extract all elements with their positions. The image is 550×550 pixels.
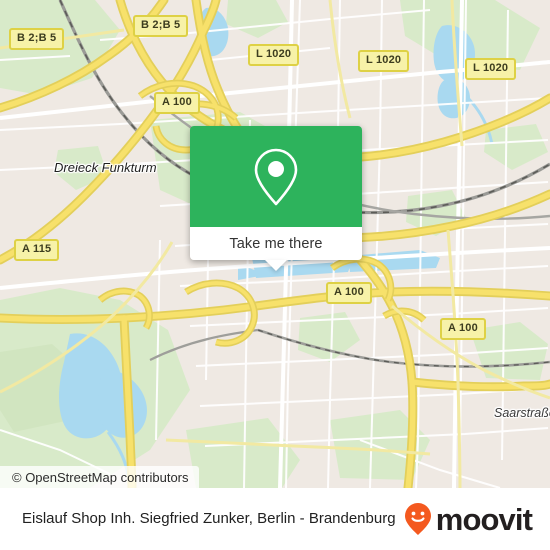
moovit-wordmark: moovit: [435, 501, 533, 537]
popup-action-label: Take me there: [229, 235, 323, 252]
footer-bar: Eislauf Shop Inh. Siegfried Zunker, Berl…: [0, 488, 550, 550]
moovit-logo[interactable]: moovit: [403, 501, 533, 537]
map-pin-icon: [254, 148, 298, 205]
popup-tail: [265, 260, 287, 271]
road-shield: L 1020: [358, 50, 410, 72]
place-title: Eislauf Shop Inh. Siegfried Zunker, Berl…: [22, 509, 396, 527]
road-shield: B 2;B 5: [133, 15, 189, 37]
road-shield: A 100: [326, 282, 372, 304]
map-attribution[interactable]: © OpenStreetMap contributors: [0, 466, 199, 488]
street-label-saarstrasse: Saarstraße: [494, 406, 550, 420]
road-shield: A 100: [440, 318, 486, 340]
road-shield: L 1020: [248, 44, 300, 66]
popup-action-area[interactable]: Take me there: [190, 227, 362, 271]
map-canvas[interactable]: B 2;B 5 B 2;B 5 L 1020 L 1020 L 1020 A 1…: [0, 0, 550, 488]
road-shield: A 115: [14, 239, 60, 261]
road-shield: A 100: [154, 92, 200, 114]
road-shield: B 2;B 5: [9, 28, 65, 50]
location-popup-card[interactable]: Take me there: [190, 126, 362, 271]
popup-icon-area: [190, 126, 362, 227]
place-label-dreieck-funkturm: Dreieck Funkturm: [54, 160, 157, 175]
moovit-smiley-pin-icon: [404, 503, 431, 535]
attribution-text: © OpenStreetMap contributors: [12, 469, 189, 485]
road-shield: L 1020: [465, 58, 517, 80]
